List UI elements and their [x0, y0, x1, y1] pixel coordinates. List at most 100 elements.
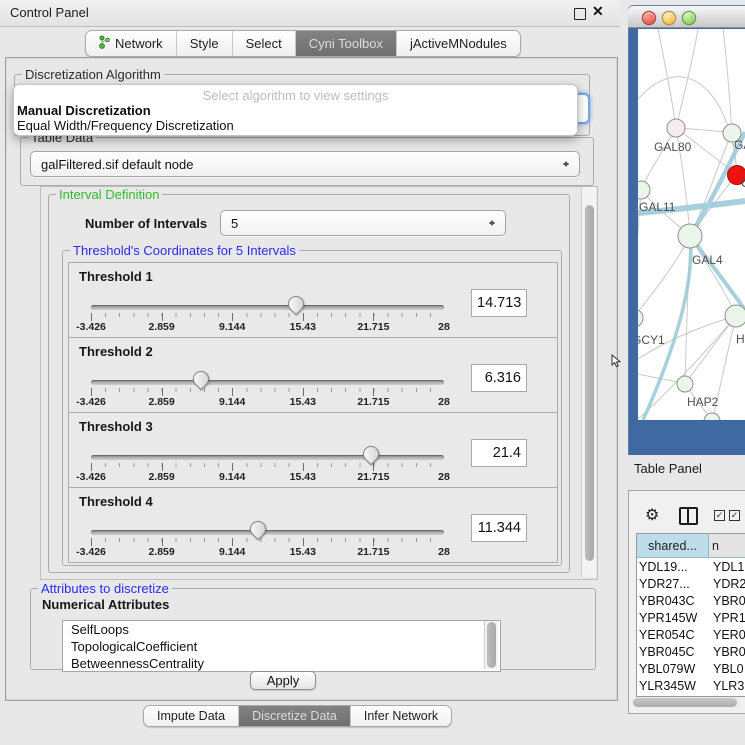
tab-jactivemnodules[interactable]: jActiveMNodules: [397, 31, 520, 56]
combo-value: galFiltered.sif default node: [41, 157, 193, 172]
column-header-shared-name[interactable]: shared...: [637, 534, 709, 557]
table-header-row: shared... n: [637, 534, 745, 558]
tab-infer-network[interactable]: Infer Network: [351, 706, 451, 726]
slider-ticks: [91, 538, 444, 546]
threshold-4-slider-thumb[interactable]: [247, 518, 270, 541]
table-data-combobox[interactable]: galFiltered.sif default node: [30, 151, 580, 177]
table-row[interactable]: YLR345WYLR3: [637, 677, 745, 694]
tab-cyni-toolbox[interactable]: Cyni Toolbox: [296, 31, 397, 56]
control-panel-titlebar: Control Panel ✕: [0, 0, 620, 27]
algorithm-dropdown-popup: Select algorithm to view settings Manual…: [13, 84, 578, 136]
table-row[interactable]: YBR043CYBR0: [637, 592, 745, 609]
dropdown-option-manual[interactable]: Manual Discretization: [17, 103, 151, 118]
table-horizontal-scrollbar[interactable]: [632, 697, 741, 708]
node-gal4[interactable]: [678, 224, 702, 248]
group-title: Discretization Algorithm: [22, 68, 164, 81]
threshold-4-panel: Threshold 4 -3.4262.8599.14415.4321.7152…: [68, 487, 558, 563]
network-canvas[interactable]: GAL80 GA GAL11 GAL4 GCY1 H HAP2 C: [638, 29, 745, 420]
node-hap2[interactable]: [677, 376, 693, 392]
tab-label: Impute Data: [157, 709, 225, 723]
list-scrollbar[interactable]: [484, 621, 498, 669]
control-panel-tabs: Network Style Select Cyni Toolbox jActiv…: [85, 30, 521, 57]
tab-label: Cyni Toolbox: [309, 36, 383, 51]
num-intervals-combobox[interactable]: 5: [220, 210, 506, 236]
apply-button[interactable]: Apply: [250, 671, 316, 690]
tab-discretize-data[interactable]: Discretize Data: [239, 706, 351, 726]
node-bottom[interactable]: [704, 413, 720, 420]
numerical-attributes-list: SelfLoops TopologicalCoefficient Between…: [62, 620, 501, 672]
threshold-3-value-field[interactable]: [471, 439, 527, 467]
node-label: GAL11: [639, 200, 676, 214]
node-gal11[interactable]: [638, 181, 650, 199]
tab-label: Select: [246, 36, 282, 51]
tab-select[interactable]: Select: [233, 31, 296, 56]
list-item[interactable]: BetweennessCentrality: [63, 655, 500, 672]
num-intervals-label: Number of Intervals: [85, 216, 207, 231]
threshold-label: Threshold 4: [79, 494, 153, 509]
numerical-attributes-label: Numerical Attributes: [42, 597, 169, 612]
node-gcy1[interactable]: [638, 309, 643, 327]
close-icon[interactable]: ✕: [592, 3, 604, 20]
table-row[interactable]: YPR145WYPR1: [637, 609, 745, 626]
list-item[interactable]: SelfLoops: [63, 621, 500, 638]
threshold-1-slider-track[interactable]: [91, 305, 444, 310]
slider-scale-labels: -3.4262.8599.14415.4321.71528: [91, 321, 444, 333]
tab-style[interactable]: Style: [177, 31, 233, 56]
slider-ticks: [91, 388, 444, 396]
slider-ticks: [91, 463, 444, 471]
tab-network[interactable]: Network: [86, 31, 177, 56]
threshold-2-slider-thumb[interactable]: [190, 368, 213, 391]
threshold-1-value-field[interactable]: [471, 289, 527, 317]
table-row[interactable]: YBL079WYBL0: [637, 660, 745, 677]
close-traffic-light[interactable]: [642, 11, 656, 25]
node-h[interactable]: [725, 305, 745, 327]
threshold-2-slider-track[interactable]: [91, 380, 444, 385]
threshold-4-slider-track[interactable]: [91, 530, 444, 535]
node-label: HAP2: [687, 395, 719, 409]
threshold-4-value-field[interactable]: [471, 514, 527, 542]
scrollbar-thumb[interactable]: [585, 205, 594, 561]
scrollbar-thumb[interactable]: [633, 698, 737, 707]
float-window-icon[interactable]: [574, 8, 586, 20]
panel-title: Control Panel: [10, 5, 89, 20]
threshold-3-panel: Threshold 3 -3.4262.8599.14415.4321.7152…: [68, 412, 558, 488]
scrollbar-thumb[interactable]: [487, 622, 496, 668]
threshold-1-panel: Threshold 1 -3.4262.8599.14415.4321.7152…: [68, 262, 558, 338]
list-item[interactable]: TopologicalCoefficient: [63, 638, 500, 655]
slider-ticks: [91, 313, 444, 321]
group-title: Threshold's Coordinates for 5 Intervals: [70, 244, 299, 257]
threshold-1-slider-thumb[interactable]: [284, 293, 307, 316]
threshold-2-value-field[interactable]: [471, 364, 527, 392]
spinner-arrows-icon: [489, 217, 496, 229]
minimize-traffic-light[interactable]: [662, 11, 676, 25]
slider-scale-labels: -3.4262.8599.14415.4321.71528: [91, 471, 444, 483]
threshold-label: Threshold 1: [79, 269, 153, 284]
threshold-label: Threshold 2: [79, 344, 153, 359]
dropdown-option-equal-width[interactable]: Equal Width/Frequency Discretization: [17, 118, 234, 133]
node-label: GA: [734, 138, 745, 152]
split-table-icon[interactable]: [679, 507, 698, 525]
gear-icon[interactable]: ⚙: [645, 505, 659, 525]
vertical-scrollbar[interactable]: [581, 187, 596, 577]
zoom-traffic-light[interactable]: [682, 11, 696, 25]
threshold-3-slider-thumb[interactable]: [360, 443, 383, 466]
table-panel-title: Table Panel: [634, 461, 702, 476]
table-row[interactable]: YDR27...YDR2: [637, 575, 745, 592]
column-header-name[interactable]: n: [709, 534, 745, 557]
table-row[interactable]: YBR045CYBR0: [637, 643, 745, 660]
bottom-tabs: Impute Data Discretize Data Infer Networ…: [143, 705, 452, 727]
checkbox-icon[interactable]: ✓: [729, 510, 740, 521]
table-row[interactable]: YDL19...YDL1: [637, 558, 745, 575]
checkbox-icon[interactable]: ✓: [714, 510, 725, 521]
tab-label: Infer Network: [364, 709, 438, 723]
threshold-2-panel: Threshold 2 -3.4262.8599.14415.4321.7152…: [68, 337, 558, 413]
slider-scale-labels: -3.4262.8599.14415.4321.71528: [91, 396, 444, 408]
mouse-cursor: [611, 354, 621, 373]
node-gal80[interactable]: [667, 119, 685, 137]
threshold-3-slider-track[interactable]: [91, 455, 444, 460]
dropdown-hint-item[interactable]: Select algorithm to view settings: [14, 88, 577, 103]
group-title: Interval Definition: [56, 188, 162, 201]
tab-impute-data[interactable]: Impute Data: [144, 706, 239, 726]
table-row[interactable]: YER054CYER0: [637, 626, 745, 643]
network-window-titlebar[interactable]: [628, 6, 745, 28]
